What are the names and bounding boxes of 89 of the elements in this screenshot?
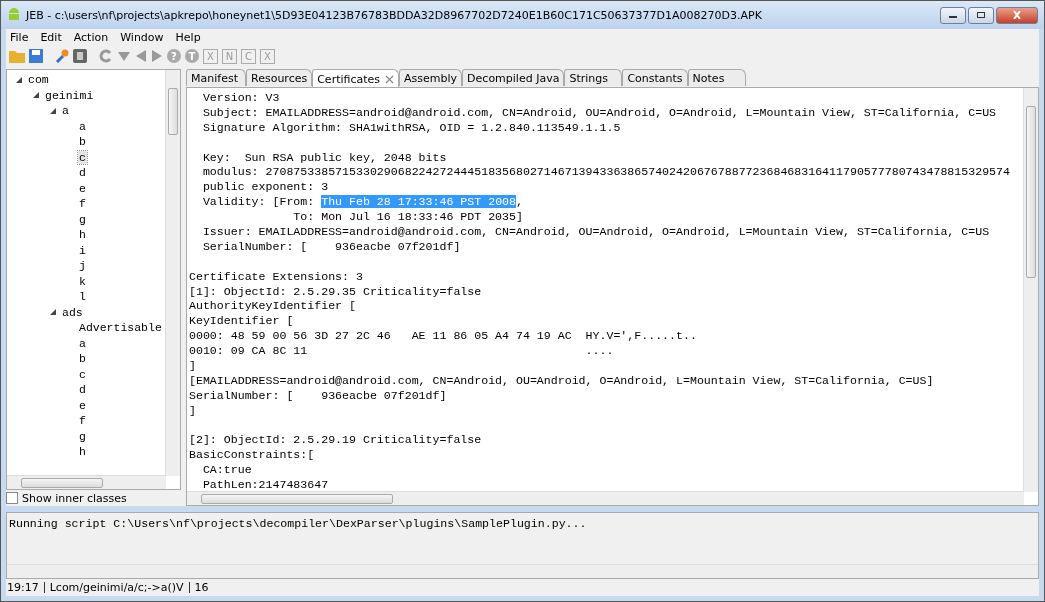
code-line: To: Mon Jul 16 18:33:46 PDT 2035] <box>292 210 524 225</box>
menu-item[interactable]: Help <box>175 31 201 44</box>
code-line: [2]: ObjectId: 2.5.29.19 Criticality=false <box>189 433 483 449</box>
tree-item[interactable]: i <box>78 243 87 257</box>
expand-triangle-icon[interactable] <box>49 106 57 115</box>
code-line: [EMAILADDRESS=android@android.com, CN=Android, OU=Android, O=Android, L=Mountain View, ST=California, C=US] <box>189 373 935 389</box>
menu-item[interactable]: File <box>10 31 29 44</box>
code-line: AuthorityKeyIdentifier [ <box>189 299 357 315</box>
close-icon[interactable] <box>385 74 395 84</box>
tab[interactable]: Notes <box>687 69 746 86</box>
tree-item[interactable]: e <box>78 181 87 195</box>
code-line: public exponent: 3 <box>201 180 330 196</box>
tab[interactable]: Assembly <box>399 69 463 86</box>
code-line: Key: Sun RSA public key, 2048 bits <box>201 150 448 166</box>
tree-item[interactable]: b <box>78 135 87 149</box>
code-line: 0000: 48 59 00 56 3D 27 2C 46 AE 11 86 05 A4 74 19 AC HY.V=',F.....t.. <box>189 329 698 345</box>
tab[interactable]: Strings <box>564 69 623 86</box>
tree-item[interactable]: g <box>78 429 87 443</box>
tab[interactable]: Certificates <box>312 69 400 87</box>
tree-item[interactable]: h <box>78 228 87 242</box>
menu-item[interactable]: Window <box>120 31 164 44</box>
down-triangle-icon[interactable] <box>117 49 131 63</box>
code-line: BasicConstraints:[ <box>189 448 316 464</box>
tab[interactable]: Decompiled Java <box>462 69 565 86</box>
code-line: Certificate Extensions: 3 <box>189 269 364 285</box>
tab[interactable]: Constants <box>622 69 688 86</box>
code-line: [1]: ObjectId: 2.5.29.35 Criticality=false <box>189 284 483 300</box>
tree-item[interactable]: j <box>78 259 87 273</box>
refresh-icon[interactable] <box>99 49 113 63</box>
close-button[interactable] <box>996 6 1038 24</box>
tree-item[interactable]: a <box>78 336 87 350</box>
expand-triangle-icon[interactable] <box>15 75 23 84</box>
window-title: JEB - c:\users\nf\projects\apkrepo\honeynet1\5D93E04123B76783BDDA32D8967702D7240E1B60C171C50637377D1A008270D3.APK <box>26 8 763 22</box>
code-line: KeyIdentifier [ <box>189 314 295 330</box>
tree-item[interactable]: a <box>78 119 87 133</box>
code-line: SerialNumber: [ 936eacbe 07f201df] <box>189 388 448 404</box>
tree-item[interactable]: geinimi <box>44 88 95 102</box>
menu-item[interactable]: Action <box>73 31 109 44</box>
tree-item[interactable]: d <box>78 166 87 180</box>
tree-item[interactable]: com <box>27 73 50 87</box>
maximize-icon <box>976 11 986 19</box>
tree-item[interactable]: c <box>78 367 87 381</box>
tree-item[interactable]: f <box>78 414 87 428</box>
code-line: PathLen:2147483647 <box>201 478 330 494</box>
status-text: 19:17 <box>6 582 40 593</box>
console-output: Running script C:\Users\nf\projects\decompiler\DexParser\plugins\SamplePlugin.py... <box>8 516 588 532</box>
code-line: Signature Algorithm: SHA1withRSA, OID = 1.2.840.113549.1.1.5 <box>201 120 622 136</box>
code-line: modulus: 27087533857153302906822427244451835680271467139433638657402420676788772368468316411790577780743478815329574 <box>201 165 1011 181</box>
code-line: Version: V3 <box>201 91 281 106</box>
tree-item[interactable]: c <box>78 150 87 164</box>
tab[interactable]: Manifest <box>186 69 246 86</box>
tree-item[interactable]: f <box>78 197 87 211</box>
checkbox-label: Show inner classes <box>22 491 127 505</box>
vertical-scrollbar[interactable] <box>1023 88 1038 492</box>
tree-item[interactable]: ads <box>61 305 84 319</box>
checkbox[interactable] <box>6 492 18 504</box>
horizontal-scrollbar[interactable] <box>187 491 1024 505</box>
minimize-button[interactable] <box>940 6 966 24</box>
status-text: Lcom/geinimi/a/c;->a()V <box>43 582 189 593</box>
tree-item[interactable]: a <box>61 104 70 118</box>
tree-item[interactable]: g <box>78 212 87 226</box>
code-line: Subject: EMAILADDRESS=android@android.com, CN=Android, OU=Android, O=Android, L=Mountain View, ST=California, C=US <box>201 105 998 121</box>
expand-triangle-icon[interactable] <box>49 308 57 317</box>
code-line: CA:true <box>201 463 253 479</box>
tab[interactable]: Resources <box>246 69 313 86</box>
code-line: ] <box>189 403 197 419</box>
vertical-scrollbar[interactable] <box>165 70 180 476</box>
expand-triangle-icon[interactable] <box>32 91 40 100</box>
tree-item[interactable]: Advertisable <box>78 321 163 335</box>
tree-item[interactable]: e <box>78 398 87 412</box>
code-line: SerialNumber: [ 936eacbe 07f201df] <box>201 239 462 255</box>
wrench-icon[interactable] <box>55 49 69 63</box>
status-text: 16 <box>188 582 214 593</box>
tree-item[interactable]: l <box>78 290 87 304</box>
save-icon[interactable] <box>29 49 43 63</box>
back-arrow-icon[interactable] <box>135 49 147 63</box>
code-line: 0010: 09 CA 8C 11 .... <box>189 344 615 360</box>
close-icon <box>1012 11 1022 19</box>
tree-item[interactable]: b <box>78 352 87 366</box>
tree-item[interactable]: d <box>78 383 87 397</box>
horizontal-scrollbar[interactable] <box>7 475 166 489</box>
android-icon <box>7 7 21 23</box>
menu-item[interactable]: Edit <box>40 31 62 44</box>
tree-item[interactable]: k <box>78 274 87 288</box>
maximize-button[interactable] <box>968 6 994 24</box>
forward-arrow-icon[interactable] <box>151 49 163 63</box>
code-line: ] <box>189 359 197 374</box>
tree-item[interactable]: h <box>78 445 87 459</box>
code-line: Issuer: EMAILADDRESS=android@android.com, CN=Android, OU=Android, O=Android, L=Mountain View, ST=California, C=US <box>201 225 991 240</box>
